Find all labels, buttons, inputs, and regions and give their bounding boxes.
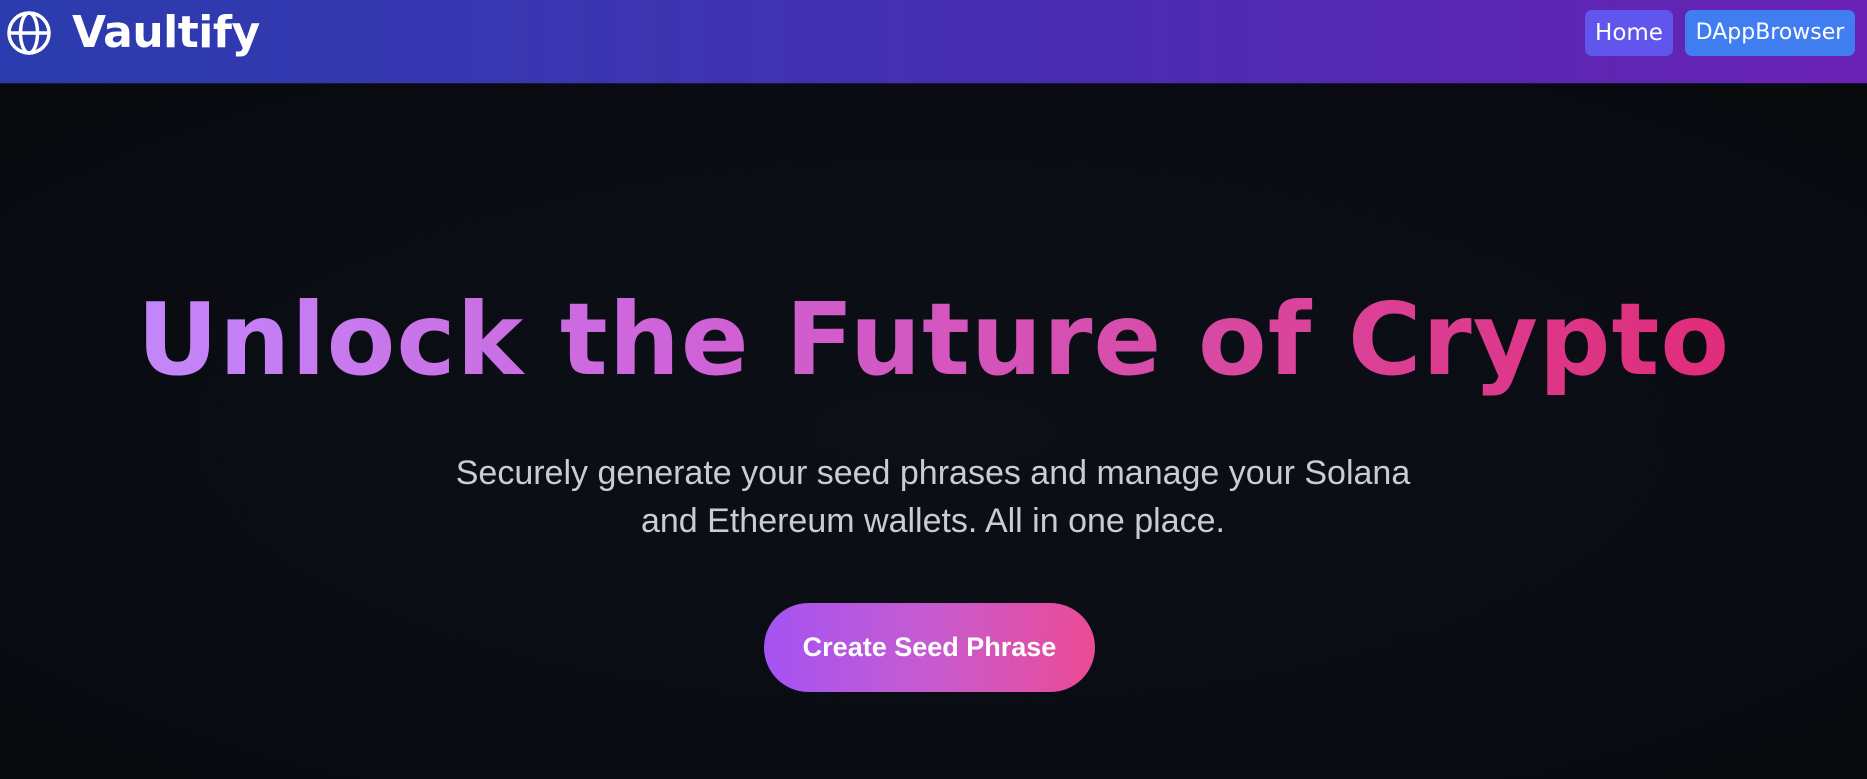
hero-subtitle-line1: Securely generate your seed phrases and … [455,454,1411,492]
hero-subtitle-line2: and Ethereum wallets. All in one place. [640,502,1225,540]
hero-headline: Unlock the Future of Crypto [0,280,1867,400]
brand[interactable]: Vaultify [6,10,260,56]
brand-name: Vaultify [72,7,260,58]
hero-subtitle: Securely generate your seed phrases and … [383,449,1483,545]
top-navbar: Vaultify Home DAppBrowser [0,0,1867,84]
hero-headline-text: Unlock the Future of Crypto [136,281,1731,398]
globe-icon [7,11,51,55]
nav-home-button[interactable]: Home [1585,10,1673,56]
create-seed-phrase-button[interactable]: Create Seed Phrase [764,603,1095,692]
nav-dappbrowser-button[interactable]: DAppBrowser [1685,10,1855,56]
